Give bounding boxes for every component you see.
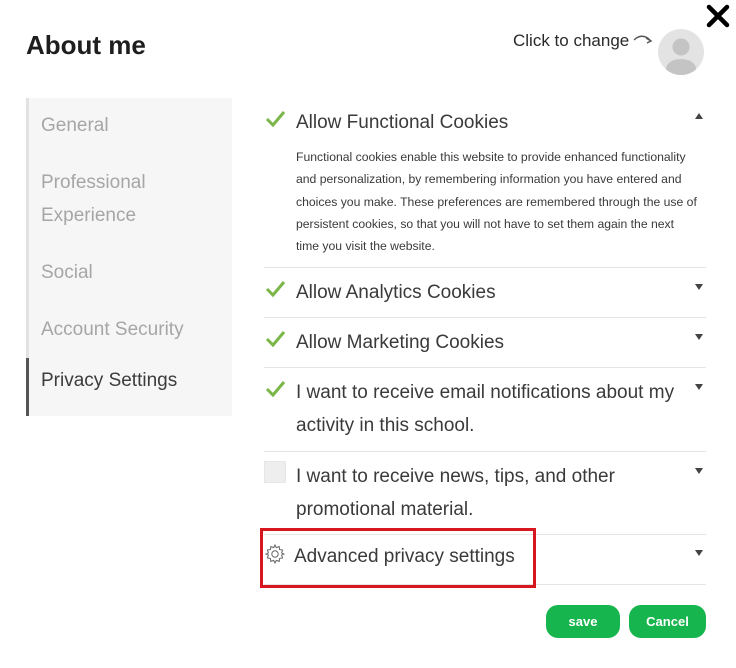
change-photo-hint: Click to change (513, 31, 630, 50)
analytics-cookies-row: Allow Analytics Cookies (264, 268, 706, 318)
close-icon[interactable] (704, 2, 732, 30)
caret-down-icon[interactable] (694, 383, 704, 391)
analytics-cookies-label[interactable]: Allow Analytics Cookies (296, 276, 676, 309)
user-avatar-icon[interactable] (658, 29, 704, 75)
caret-down-icon[interactable] (694, 549, 704, 557)
email-notifications-row: I want to receive email notifications ab… (264, 368, 706, 452)
sidebar-item-social[interactable]: Social (41, 256, 93, 289)
functional-cookies-description: Functional cookies enable this website t… (296, 150, 697, 254)
email-notifications-label[interactable]: I want to receive email notifications ab… (296, 376, 676, 442)
checkmark-icon[interactable] (264, 378, 286, 400)
gear-icon (264, 543, 286, 565)
functional-cookies-label[interactable]: Allow Functional Cookies (296, 106, 676, 139)
checkmark-icon[interactable] (264, 278, 286, 300)
promotional-material-label[interactable]: I want to receive news, tips, and other … (296, 460, 676, 526)
sidebar-item-professional-experience[interactable]: Professional Experience (41, 166, 191, 232)
sidebar-item-label: Privacy Settings (41, 370, 178, 391)
cancel-button[interactable]: Cancel (629, 605, 706, 638)
sidebar-item-privacy-settings[interactable]: Privacy Settings (26, 358, 232, 416)
caret-down-icon[interactable] (694, 333, 704, 341)
caret-down-icon[interactable] (694, 467, 704, 475)
marketing-cookies-label[interactable]: Allow Marketing Cookies (296, 326, 676, 359)
caret-down-icon[interactable] (694, 283, 704, 291)
caret-up-icon[interactable] (694, 112, 704, 120)
page-title: About me (26, 30, 146, 60)
checkmark-icon[interactable] (264, 328, 286, 350)
save-button[interactable]: save (546, 605, 620, 638)
empty-checkbox[interactable] (264, 461, 286, 483)
avatar-silhouette-icon (666, 38, 696, 75)
functional-cookies-row: Allow Functional Cookies Functional cook… (264, 98, 706, 268)
sidebar-item-general[interactable]: General (41, 109, 109, 142)
curved-arrow-icon (633, 35, 653, 44)
promotional-material-row: I want to receive news, tips, and other … (264, 452, 706, 535)
advanced-privacy-settings-link[interactable]: Advanced privacy settings (294, 546, 515, 568)
sidebar-item-account-security[interactable]: Account Security (41, 313, 184, 346)
checkmark-icon[interactable] (264, 108, 286, 130)
marketing-cookies-row: Allow Marketing Cookies (264, 318, 706, 368)
settings-sidebar: General Professional Experience Social A… (26, 98, 232, 416)
